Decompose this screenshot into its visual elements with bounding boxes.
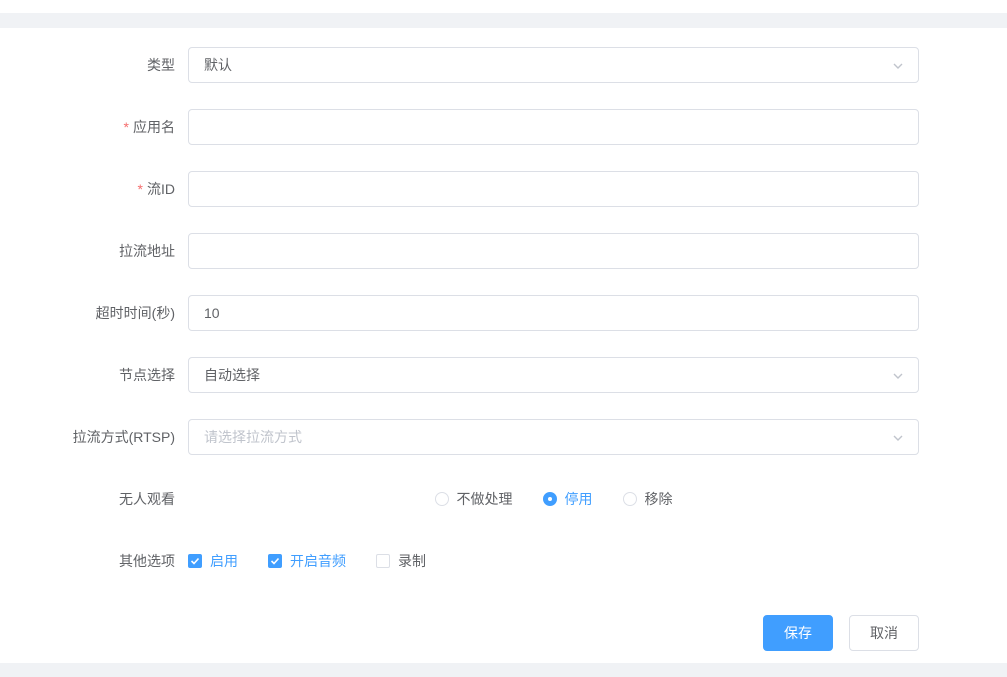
form-row-timeout: 超时时间(秒) (0, 295, 1007, 331)
checkbox-enable[interactable]: 启用 (188, 551, 238, 571)
radio-checked-icon (543, 492, 557, 506)
app-name-label-text: 应用名 (133, 119, 175, 135)
checkbox-unchecked-icon (376, 554, 390, 568)
required-asterisk: * (138, 181, 143, 197)
form-row-stream-id: *流ID (0, 171, 1007, 207)
form-row-type: 类型 默认 (0, 47, 1007, 83)
checkbox-record[interactable]: 录制 (376, 551, 426, 571)
required-asterisk: * (124, 119, 129, 135)
stream-id-label-text: 流ID (147, 181, 175, 197)
node-select[interactable]: 自动选择 (188, 357, 919, 393)
radio-disable[interactable]: 停用 (543, 489, 593, 509)
radio-remove[interactable]: 移除 (623, 489, 673, 509)
other-options-label: 其他选项 (0, 543, 188, 579)
form-row-watch-action: 无人观看 不做处理 停用 移除 (0, 481, 1007, 517)
timeout-label: 超时时间(秒) (0, 295, 188, 331)
checkbox-audio[interactable]: 开启音频 (268, 551, 346, 571)
form-actions: 保存 取消 (0, 615, 919, 651)
form-row-pull-mode: 拉流方式(RTSP) 请选择拉流方式 (0, 419, 1007, 455)
node-select-value: 自动选择 (204, 367, 260, 383)
checkbox-checked-icon (188, 554, 202, 568)
type-control: 默认 (188, 47, 919, 83)
save-button[interactable]: 保存 (763, 615, 833, 651)
pull-mode-label-text: 拉流方式(RTSP) (73, 429, 175, 445)
stream-form-card: 类型 默认 *应用名 *流ID 拉流地址 (0, 28, 1007, 663)
chevron-down-icon (890, 430, 906, 446)
stream-id-control (188, 171, 919, 207)
timeout-control (188, 295, 919, 331)
pull-mode-control: 请选择拉流方式 (188, 419, 919, 455)
app-name-input[interactable] (188, 109, 919, 145)
checkbox-enable-label: 启用 (210, 551, 238, 571)
checkbox-group-other-options: 启用 开启音频 录制 (188, 543, 919, 579)
stream-id-input[interactable] (188, 171, 919, 207)
node-select-label: 节点选择 (0, 357, 188, 393)
checkbox-audio-label: 开启音频 (290, 551, 346, 571)
radio-unchecked-icon (623, 492, 637, 506)
node-select-label-text: 节点选择 (119, 367, 175, 383)
form-row-pull-url: 拉流地址 (0, 233, 1007, 269)
radio-unchecked-icon (435, 492, 449, 506)
app-name-label: *应用名 (0, 109, 188, 145)
pull-url-control (188, 233, 919, 269)
page-background-bottom (0, 663, 1007, 677)
timeout-input[interactable] (188, 295, 919, 331)
type-label-text: 类型 (147, 57, 175, 73)
form-row-app-name: *应用名 (0, 109, 1007, 145)
stream-id-label: *流ID (0, 171, 188, 207)
cancel-button[interactable]: 取消 (849, 615, 919, 651)
type-select-value: 默认 (204, 57, 232, 73)
radio-no-action[interactable]: 不做处理 (435, 489, 513, 509)
radio-disable-label: 停用 (565, 489, 593, 509)
checkbox-record-label: 录制 (398, 551, 426, 571)
other-options-control: 启用 开启音频 录制 (188, 543, 919, 579)
header-strip (0, 0, 1007, 13)
app-name-control (188, 109, 919, 145)
chevron-down-icon (890, 58, 906, 74)
watch-action-label: 无人观看 (0, 481, 188, 517)
pull-mode-label: 拉流方式(RTSP) (0, 419, 188, 455)
pull-mode-placeholder: 请选择拉流方式 (204, 429, 302, 445)
pull-url-label-text: 拉流地址 (119, 243, 175, 259)
radio-no-action-label: 不做处理 (457, 489, 513, 509)
pull-mode-select[interactable]: 请选择拉流方式 (188, 419, 919, 455)
radio-remove-label: 移除 (645, 489, 673, 509)
watch-action-control: 不做处理 停用 移除 (188, 481, 919, 517)
radio-group-watch-action: 不做处理 停用 移除 (188, 481, 919, 517)
timeout-label-text: 超时时间(秒) (96, 305, 175, 321)
type-select[interactable]: 默认 (188, 47, 919, 83)
form-row-node-select: 节点选择 自动选择 (0, 357, 1007, 393)
chevron-down-icon (890, 368, 906, 384)
other-options-label-text: 其他选项 (119, 553, 175, 569)
page-background-gap (0, 13, 1007, 28)
type-label: 类型 (0, 47, 188, 83)
node-select-control: 自动选择 (188, 357, 919, 393)
pull-url-input[interactable] (188, 233, 919, 269)
pull-url-label: 拉流地址 (0, 233, 188, 269)
form-row-other-options: 其他选项 启用 开启音频 录制 (0, 543, 1007, 579)
watch-action-label-text: 无人观看 (119, 491, 175, 507)
checkbox-checked-icon (268, 554, 282, 568)
